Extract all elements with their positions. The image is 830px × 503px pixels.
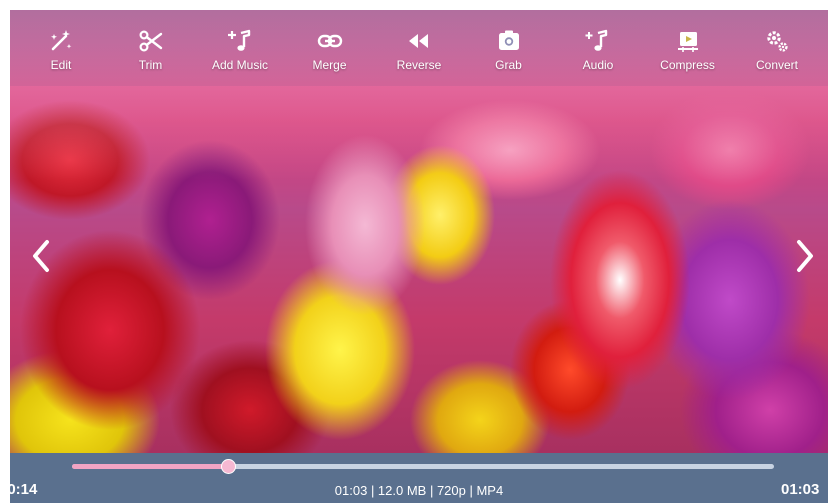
trim-label: Trim xyxy=(138,58,163,72)
grab-button[interactable]: Grab xyxy=(476,10,542,86)
grab-label: Grab xyxy=(495,58,522,72)
editing-toolbar: Edit Trim Add Music Merge Reverse Grab A… xyxy=(10,10,828,86)
seek-thumb[interactable] xyxy=(220,459,236,474)
audio-label: Audio xyxy=(582,58,614,72)
video-player: Edit Trim Add Music Merge Reverse Grab A… xyxy=(10,10,828,503)
seek-progress xyxy=(72,464,228,469)
previous-button[interactable] xyxy=(26,238,56,278)
audio-button[interactable]: Audio xyxy=(565,10,631,86)
edit-button[interactable]: Edit xyxy=(28,10,94,86)
add-music-button[interactable]: Add Music xyxy=(207,10,273,86)
seek-bar[interactable] xyxy=(72,459,774,474)
magic-wand-icon xyxy=(46,26,76,56)
merge-label: Merge xyxy=(312,58,347,72)
chevron-left-icon xyxy=(29,238,53,279)
convert-label: Convert xyxy=(755,58,799,72)
convert-button[interactable]: Convert xyxy=(744,10,810,86)
merge-button[interactable]: Merge xyxy=(297,10,363,86)
next-button[interactable] xyxy=(790,238,820,278)
chevron-right-icon xyxy=(793,238,817,279)
compress-video-icon xyxy=(673,26,703,56)
add-music-icon xyxy=(225,26,255,56)
playback-bar: 00:14 01:03 | 12.0 MB | 720p | MP4 01:03 xyxy=(10,453,828,503)
reverse-button[interactable]: Reverse xyxy=(386,10,452,86)
scissors-icon xyxy=(136,26,166,56)
trim-button[interactable]: Trim xyxy=(118,10,184,86)
video-info: 01:03 | 12.0 MB | 720p | MP4 xyxy=(334,483,504,498)
compress-label: Compress xyxy=(660,58,715,72)
rewind-icon xyxy=(404,26,434,56)
gears-icon xyxy=(762,26,792,56)
add-music-label: Add Music xyxy=(211,58,269,72)
edit-label: Edit xyxy=(50,58,72,72)
camera-icon xyxy=(494,26,524,56)
reverse-label: Reverse xyxy=(396,58,442,72)
total-time: 01:03 xyxy=(781,481,820,498)
link-icon xyxy=(315,26,345,56)
compress-button[interactable]: Compress xyxy=(655,10,721,86)
audio-icon xyxy=(583,26,613,56)
